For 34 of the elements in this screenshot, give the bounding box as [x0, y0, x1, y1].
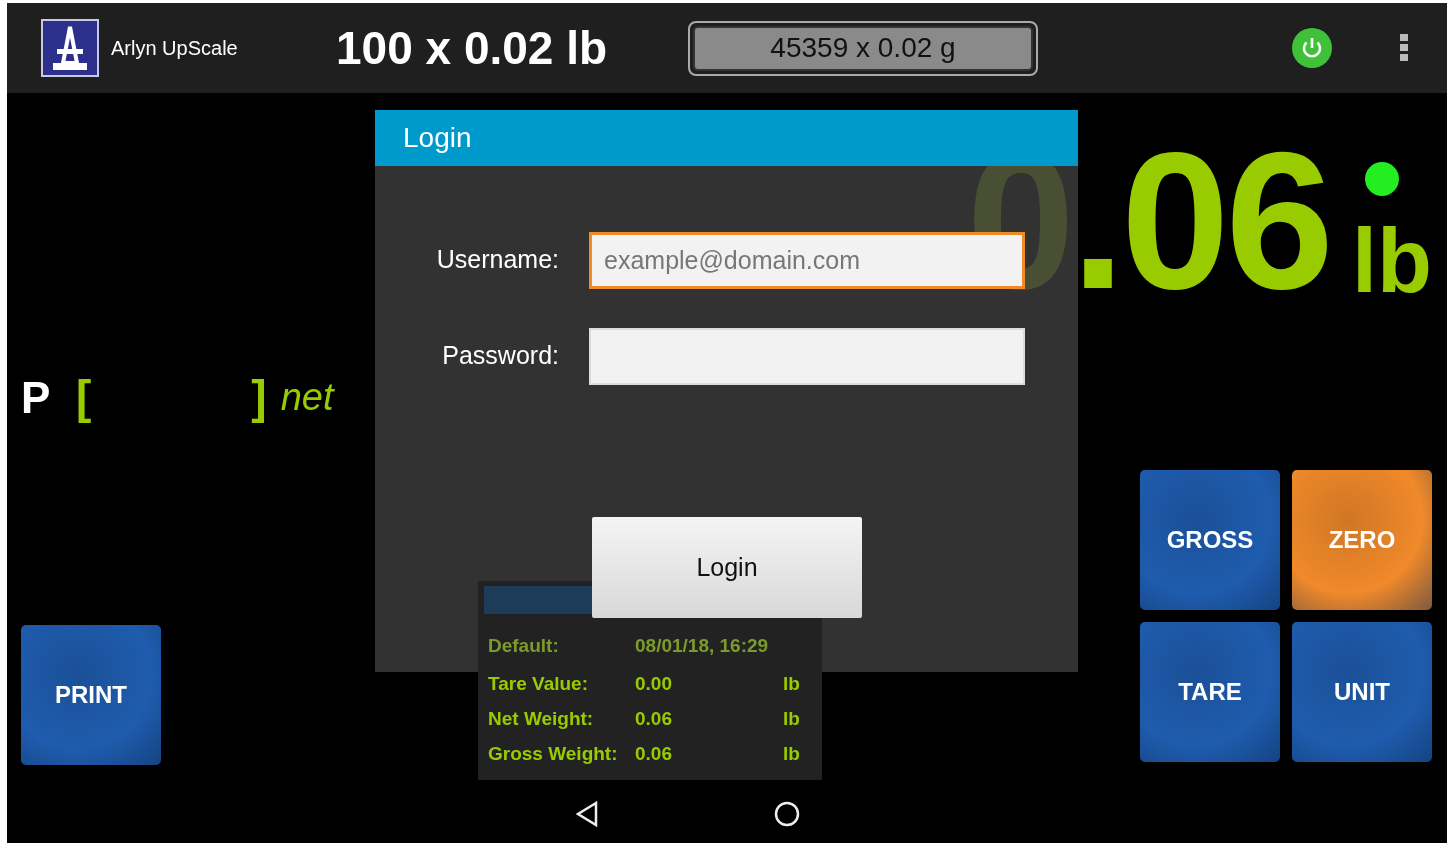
- app-name: Arlyn UpScale: [111, 36, 239, 61]
- weight-unit: lb: [1352, 216, 1432, 306]
- unit-label: lb: [783, 707, 800, 732]
- home-icon[interactable]: [773, 801, 800, 827]
- resolution-display: 45359 x 0.02 g: [688, 20, 1038, 76]
- login-button[interactable]: Login: [592, 517, 862, 618]
- info-label: Net Weight:: [488, 707, 595, 732]
- scale-key[interactable]: TARE: [1140, 622, 1280, 762]
- scale-key[interactable]: GROSS: [1140, 470, 1280, 610]
- dialog-title: Login: [375, 110, 1078, 166]
- back-icon[interactable]: [574, 801, 599, 827]
- logo-icon: [41, 19, 99, 77]
- preset-label: P: [21, 371, 52, 424]
- field-label: Password:: [441, 340, 560, 372]
- unit-label: lb: [783, 742, 800, 767]
- info-label: Tare Value:: [488, 672, 589, 697]
- info-label: Default:: [488, 634, 560, 659]
- info-label: Gross Weight:: [488, 742, 619, 767]
- info-value: 0.00: [635, 672, 673, 697]
- capacity-readout: 100 x 0.02 lb: [336, 20, 609, 76]
- scale-key[interactable]: UNIT: [1292, 622, 1432, 762]
- password-field[interactable]: [589, 327, 1025, 385]
- power-icon[interactable]: [1291, 27, 1333, 69]
- info-value: 0.06: [635, 742, 673, 767]
- more-menu-icon[interactable]: [1399, 33, 1409, 63]
- field-label: Username:: [435, 244, 560, 276]
- bracket: ]: [251, 370, 267, 425]
- info-value: 0.06: [635, 707, 673, 732]
- bracket: [: [76, 370, 92, 425]
- info-value: 08/01/18, 16:29: [635, 634, 770, 659]
- unit-label: lb: [783, 672, 800, 697]
- mode-label: net: [280, 375, 334, 420]
- username-field[interactable]: example@domain.com: [589, 231, 1025, 289]
- print-button[interactable]: PRINT: [21, 625, 161, 765]
